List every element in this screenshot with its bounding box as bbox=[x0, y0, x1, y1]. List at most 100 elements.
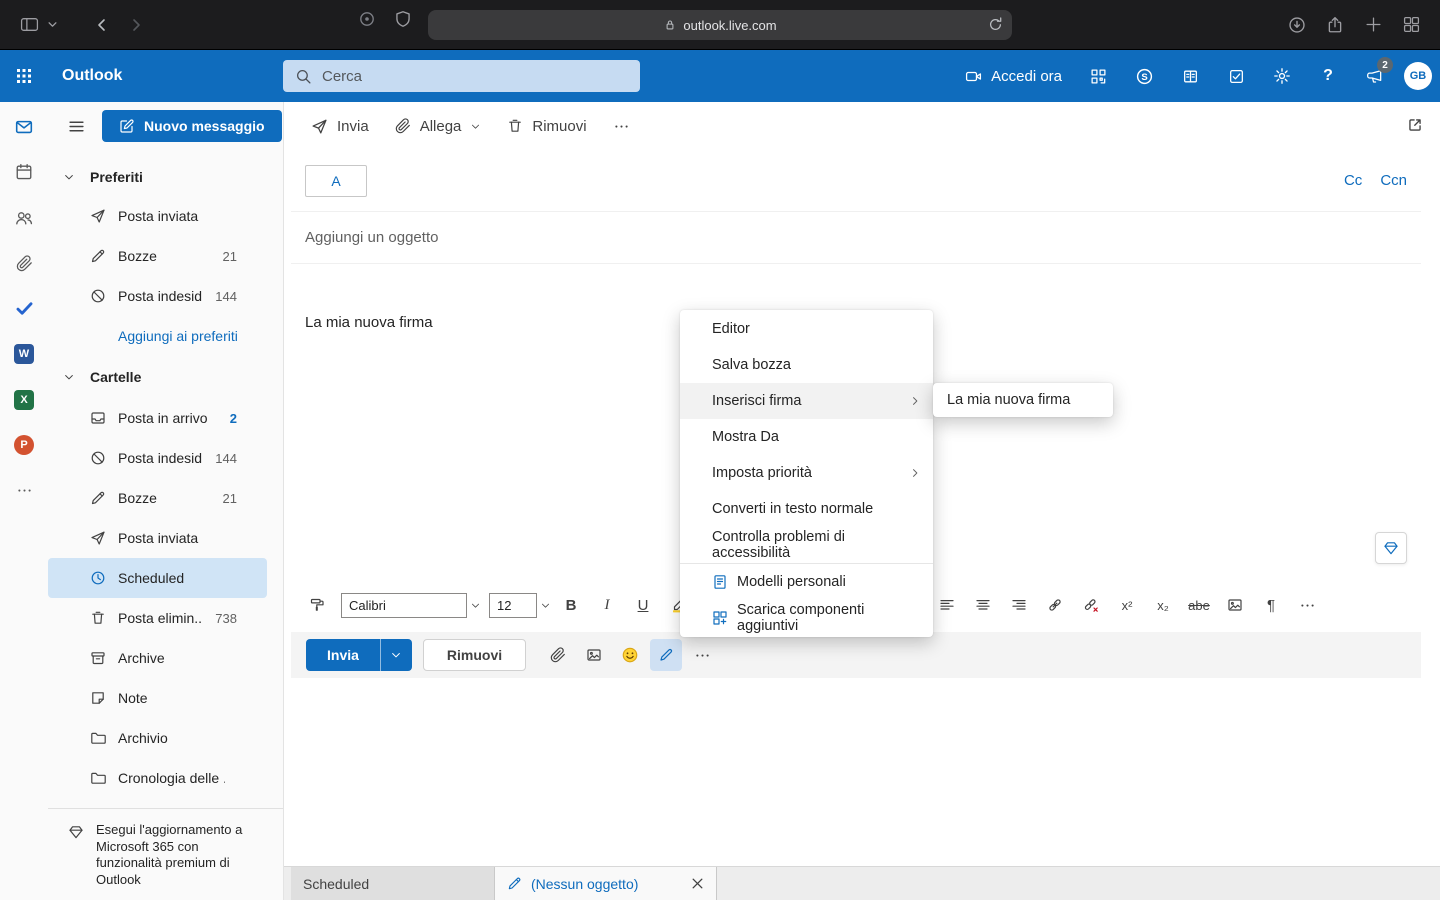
help-icon[interactable]: ? bbox=[1308, 56, 1348, 96]
forward-icon[interactable] bbox=[121, 10, 151, 40]
menu-item-scarica-componenti[interactable]: Scarica componenti aggiuntivi bbox=[680, 600, 933, 636]
align-center-icon[interactable] bbox=[967, 589, 999, 621]
format-painter-icon[interactable] bbox=[301, 589, 333, 621]
rail-word-icon[interactable]: W bbox=[0, 332, 48, 378]
whats-new-megaphone-icon[interactable]: 2 bbox=[1354, 56, 1394, 96]
menu-item-imposta-priorita[interactable]: Imposta priorità bbox=[680, 455, 933, 491]
bcc-button[interactable]: Ccn bbox=[1380, 172, 1407, 189]
sidebar-item-archive[interactable]: Archive bbox=[48, 638, 267, 678]
collapse-sidebar-icon[interactable] bbox=[60, 110, 92, 142]
attach-file-icon[interactable] bbox=[542, 639, 574, 671]
favorites-section-header[interactable]: Preferiti bbox=[48, 158, 283, 196]
add-to-favorites-link[interactable]: Aggiungi ai preferiti bbox=[48, 316, 283, 356]
insert-link-icon[interactable] bbox=[1039, 589, 1071, 621]
menu-item-converti-testo-normale[interactable]: Converti in testo normale bbox=[680, 491, 933, 527]
avatar[interactable]: GB bbox=[1404, 62, 1432, 90]
sidebar-item-cronologia[interactable]: Cronologia delle ... bbox=[48, 758, 267, 798]
menu-item-mostra-da[interactable]: Mostra Da bbox=[680, 419, 933, 455]
sidebar-item-note[interactable]: Note bbox=[48, 678, 267, 718]
app-launcher-icon[interactable] bbox=[0, 50, 48, 102]
downloads-icon[interactable] bbox=[1282, 10, 1312, 40]
sidebar-item-posta-indesiderata-fav[interactable]: Posta indesid... 144 bbox=[48, 276, 267, 316]
new-tab-icon[interactable] bbox=[1358, 10, 1388, 40]
paragraph-direction-icon[interactable]: ¶ bbox=[1255, 589, 1287, 621]
subject-input[interactable]: Aggiungi un oggetto bbox=[291, 212, 1421, 264]
font-name-chevron-icon[interactable] bbox=[467, 593, 483, 618]
send-options-chevron-icon[interactable] bbox=[380, 639, 412, 671]
mobile-app-qr-icon[interactable] bbox=[1078, 56, 1118, 96]
menu-item-salva-bozza[interactable]: Salva bozza bbox=[680, 347, 933, 383]
address-bar[interactable]: outlook.live.com bbox=[428, 10, 1012, 40]
bold-button[interactable]: B bbox=[555, 589, 587, 621]
send-button[interactable]: Invia bbox=[306, 639, 380, 671]
discard-button[interactable]: Rimuovi bbox=[423, 639, 526, 671]
sidebar-item-archivio[interactable]: Archivio bbox=[48, 718, 267, 758]
sidebar-item-bozze-fav[interactable]: Bozze 21 bbox=[48, 236, 267, 276]
rail-more-icon[interactable] bbox=[0, 468, 48, 514]
sidebar-item-scheduled[interactable]: Scheduled bbox=[48, 558, 267, 598]
skype-icon[interactable]: S bbox=[1124, 56, 1164, 96]
tab-draft[interactable]: (Nessun oggetto) bbox=[495, 867, 717, 900]
tab-overview-icon[interactable] bbox=[1396, 10, 1426, 40]
new-message-button[interactable]: Nuovo messaggio bbox=[102, 110, 282, 142]
folders-section-header[interactable]: Cartelle bbox=[48, 358, 283, 396]
sidebar-item-posta-eliminata[interactable]: Posta elimin... 738 bbox=[48, 598, 267, 638]
attach-toolbar-button[interactable]: Allega bbox=[383, 108, 494, 144]
back-icon[interactable] bbox=[87, 10, 117, 40]
menu-item-editor[interactable]: Editor bbox=[680, 311, 933, 347]
underline-button[interactable]: U bbox=[627, 589, 659, 621]
align-left-icon[interactable] bbox=[931, 589, 963, 621]
discard-toolbar-button[interactable]: Rimuovi bbox=[495, 108, 598, 144]
insert-image-icon[interactable] bbox=[1219, 589, 1251, 621]
sidebar-item-posta-indesiderata[interactable]: Posta indesid... 144 bbox=[48, 438, 267, 478]
sidebar-item-posta-in-arrivo[interactable]: Posta in arrivo 2 bbox=[48, 398, 267, 438]
menu-item-modelli-personali[interactable]: Modelli personali bbox=[680, 564, 933, 600]
signature-submenu-item[interactable]: La mia nuova firma bbox=[933, 383, 1113, 417]
remove-link-icon[interactable] bbox=[1075, 589, 1107, 621]
rail-people-icon[interactable] bbox=[0, 195, 48, 241]
font-size-chevron-icon[interactable] bbox=[537, 593, 553, 618]
to-button[interactable]: A bbox=[305, 165, 367, 197]
tab-scheduled[interactable]: Scheduled bbox=[291, 867, 495, 900]
extension-icon[interactable] bbox=[358, 10, 376, 28]
subscript-button[interactable]: x₂ bbox=[1147, 589, 1179, 621]
rail-calendar-icon[interactable] bbox=[0, 150, 48, 196]
share-icon[interactable] bbox=[1320, 10, 1350, 40]
insert-picture-icon[interactable] bbox=[578, 639, 610, 671]
draw-pen-icon[interactable] bbox=[650, 639, 682, 671]
settings-gear-icon[interactable] bbox=[1262, 56, 1302, 96]
sidebar-toggle-icon[interactable] bbox=[14, 10, 44, 40]
rail-excel-icon[interactable]: X bbox=[0, 377, 48, 423]
align-right-icon[interactable] bbox=[1003, 589, 1035, 621]
rail-attachments-icon[interactable] bbox=[0, 241, 48, 287]
reload-icon[interactable] bbox=[987, 16, 1004, 33]
checklist-icon[interactable] bbox=[1216, 56, 1256, 96]
premium-upgrade-banner[interactable]: Esegui l'aggiornamento a Microsoft 365 c… bbox=[48, 808, 283, 900]
footer-more-icon[interactable] bbox=[686, 639, 718, 671]
immersive-reader-icon[interactable] bbox=[1170, 56, 1210, 96]
meet-now-button[interactable]: Accedi ora bbox=[965, 68, 1062, 85]
italic-button[interactable]: I bbox=[591, 589, 623, 621]
cc-button[interactable]: Cc bbox=[1344, 172, 1362, 189]
search-bar[interactable] bbox=[283, 60, 640, 92]
close-tab-icon[interactable] bbox=[691, 877, 704, 890]
rail-mail-icon[interactable] bbox=[0, 104, 48, 150]
sidebar-item-posta-inviata-fav[interactable]: Posta inviata bbox=[48, 196, 267, 236]
search-input[interactable] bbox=[322, 68, 628, 85]
send-toolbar-button[interactable]: Invia bbox=[299, 108, 381, 144]
superscript-button[interactable]: x² bbox=[1111, 589, 1143, 621]
font-size-input[interactable] bbox=[489, 593, 537, 618]
sidebar-toggle-chevron-icon[interactable] bbox=[48, 20, 57, 29]
privacy-shield-icon[interactable] bbox=[394, 10, 412, 28]
open-in-new-window-icon[interactable] bbox=[1406, 116, 1424, 134]
sidebar-item-bozze[interactable]: Bozze 21 bbox=[48, 478, 267, 518]
font-name-input[interactable] bbox=[341, 593, 467, 618]
strikethrough-button[interactable]: abe bbox=[1183, 589, 1215, 621]
more-toolbar-button[interactable] bbox=[601, 108, 642, 144]
menu-item-controlla-accessibilita[interactable]: Controlla problemi di accessibilità bbox=[680, 527, 933, 563]
premium-diamond-button[interactable] bbox=[1375, 532, 1407, 564]
sidebar-item-posta-inviata[interactable]: Posta inviata bbox=[48, 518, 267, 558]
format-more-icon[interactable] bbox=[1291, 589, 1323, 621]
menu-item-inserisci-firma[interactable]: Inserisci firma bbox=[680, 383, 933, 419]
emoji-icon[interactable] bbox=[614, 639, 646, 671]
